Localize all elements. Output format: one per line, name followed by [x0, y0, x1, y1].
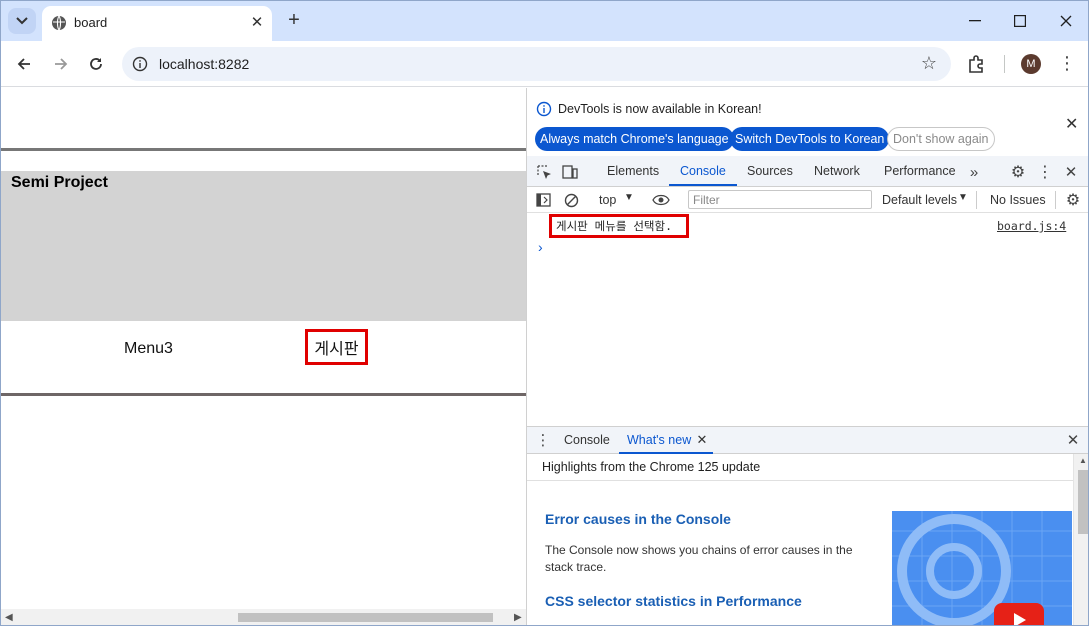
nav-board-link[interactable]: 게시판: [305, 329, 368, 365]
whats-new-heading: Highlights from the Chrome 125 update: [542, 460, 761, 474]
minimize-icon: [969, 20, 981, 22]
levels-dropdown-icon[interactable]: ▼: [958, 192, 968, 203]
minimize-button[interactable]: [952, 1, 998, 41]
console-toolbar: top ▼ Filter Default levels ▼ No Issues …: [527, 187, 1088, 213]
toolbar-divider: [1055, 191, 1056, 209]
web-page: Semi Project Menu3 게시판 ◀ ▶: [1, 88, 526, 625]
infobar-message: DevTools is now available in Korean!: [558, 102, 762, 116]
chevron-down-icon: [16, 17, 28, 25]
console-output: 게시판 메뉴를 선택함. board.js:4 ›: [527, 213, 1088, 425]
log-source-link[interactable]: board.js:4: [997, 219, 1066, 233]
console-settings-gear-icon[interactable]: ⚙: [1063, 190, 1083, 210]
nav-menu3-link[interactable]: Menu3: [124, 340, 173, 358]
header-banner: Semi Project: [1, 171, 526, 321]
devtools-tabbar: Elements Console Sources Network Perform…: [527, 156, 1088, 187]
console-log-message: 게시판 메뉴를 선택함.: [549, 214, 689, 238]
toolbar-divider: [976, 191, 977, 209]
drawer-tab-console[interactable]: Console: [564, 433, 610, 447]
info-icon: [536, 101, 552, 117]
bottom-divider: [1, 393, 526, 396]
tab-close-icon[interactable]: ✕: [248, 13, 266, 31]
scroll-up-icon[interactable]: ▲: [1079, 456, 1087, 465]
maximize-button[interactable]: [997, 1, 1043, 41]
feature-link-error-causes[interactable]: Error causes in the Console: [545, 511, 731, 527]
reload-button[interactable]: [83, 51, 109, 77]
language-infobar: DevTools is now available in Korean! Alw…: [527, 88, 1088, 156]
live-expression-eye-icon[interactable]: [651, 191, 671, 209]
title-bar: board ✕ +: [1, 1, 1088, 41]
context-select[interactable]: top: [599, 193, 616, 207]
whats-new-panel: Highlights from the Chrome 125 update Er…: [527, 454, 1088, 626]
close-window-button[interactable]: [1043, 1, 1088, 41]
tab-console[interactable]: Console: [680, 164, 726, 178]
address-bar[interactable]: localhost:8282 ☆: [122, 47, 951, 81]
maximize-icon: [1014, 15, 1026, 27]
video-thumbnail[interactable]: [892, 511, 1072, 626]
dont-show-again-button[interactable]: Don't show again: [887, 127, 995, 151]
drawer-menu-icon[interactable]: ⋮: [535, 431, 551, 449]
tab-elements[interactable]: Elements: [607, 164, 659, 178]
browser-window: board ✕ + localhost:8282 ☆ M ⋮ Semi Proj…: [0, 0, 1089, 626]
browser-toolbar: localhost:8282 ☆ M ⋮: [1, 41, 1088, 87]
globe-icon: [52, 15, 66, 31]
browser-menu-icon[interactable]: ⋮: [1057, 53, 1077, 75]
scroll-left-icon[interactable]: ◀: [5, 612, 13, 623]
tab-search-button[interactable]: [8, 8, 36, 34]
console-filter-input[interactable]: Filter: [688, 190, 872, 209]
device-toolbar-icon[interactable]: [561, 163, 579, 181]
tab-performance[interactable]: Performance: [884, 164, 956, 178]
toolbar-divider: [1004, 55, 1005, 73]
clear-console-icon[interactable]: [562, 191, 580, 209]
feature-link-css-selector-stats[interactable]: CSS selector statistics in Performance: [545, 593, 802, 609]
drawer-tab-whats-new[interactable]: What's new: [627, 433, 691, 447]
scroll-right-icon[interactable]: ▶: [514, 612, 522, 623]
infobar-close-icon[interactable]: ✕: [1065, 114, 1078, 134]
drawer-scrollbar-thumb[interactable]: [1078, 470, 1088, 534]
new-tab-button[interactable]: +: [284, 9, 304, 33]
bookmark-star-icon[interactable]: ☆: [921, 53, 937, 74]
browser-tab[interactable]: board ✕: [42, 6, 272, 41]
whats-new-header: Highlights from the Chrome 125 update: [527, 454, 1073, 481]
close-icon: [1060, 15, 1072, 27]
devtools-panel: DevTools is now available in Korean! Alw…: [526, 88, 1088, 626]
reload-icon: [90, 58, 102, 70]
console-prompt-icon[interactable]: ›: [538, 239, 543, 255]
devtools-close-icon[interactable]: ✕: [1061, 162, 1081, 182]
horizontal-scrollbar[interactable]: ◀ ▶: [1, 609, 526, 625]
arrow-left-icon: [17, 58, 30, 70]
drawer-vertical-scrollbar[interactable]: ▲: [1073, 454, 1088, 625]
devtools-menu-icon[interactable]: ⋮: [1035, 162, 1055, 182]
forward-button[interactable]: [48, 51, 74, 77]
issues-counter[interactable]: No Issues: [990, 193, 1046, 207]
tab-sources[interactable]: Sources: [747, 164, 793, 178]
top-divider: [1, 148, 526, 151]
more-tabs-icon[interactable]: »: [964, 162, 984, 182]
settings-gear-icon[interactable]: ⚙: [1008, 162, 1028, 182]
chrome-logo-graphic: [892, 511, 1072, 625]
context-dropdown-icon[interactable]: ▼: [624, 192, 634, 203]
back-button[interactable]: [11, 51, 37, 77]
active-tab-indicator: [669, 184, 737, 186]
tab-network[interactable]: Network: [814, 164, 860, 178]
feature-description: The Console now shows you chains of erro…: [545, 543, 853, 574]
url-text: localhost:8282: [159, 56, 250, 72]
extensions-icon[interactable]: [965, 52, 989, 76]
tab-title: board: [74, 15, 108, 30]
project-title: Semi Project: [11, 174, 108, 191]
log-levels-select[interactable]: Default levels: [882, 193, 957, 207]
arrow-right-icon: [55, 58, 68, 70]
drawer-close-icon[interactable]: ✕: [1064, 431, 1082, 449]
avatar[interactable]: M: [1021, 54, 1041, 74]
scrollbar-thumb[interactable]: [238, 613, 493, 622]
site-info-icon[interactable]: [132, 56, 148, 72]
drawer-tab-close-icon[interactable]: ✕: [695, 432, 709, 448]
youtube-play-icon[interactable]: [994, 603, 1044, 626]
switch-korean-button[interactable]: Switch DevTools to Korean: [730, 127, 890, 151]
match-language-button[interactable]: Always match Chrome's language: [535, 127, 734, 151]
inspect-element-icon[interactable]: [535, 163, 553, 181]
sidebar-toggle-icon[interactable]: [534, 191, 552, 209]
drawer-tabbar: ⋮ Console What's new ✕ ✕: [527, 426, 1088, 454]
